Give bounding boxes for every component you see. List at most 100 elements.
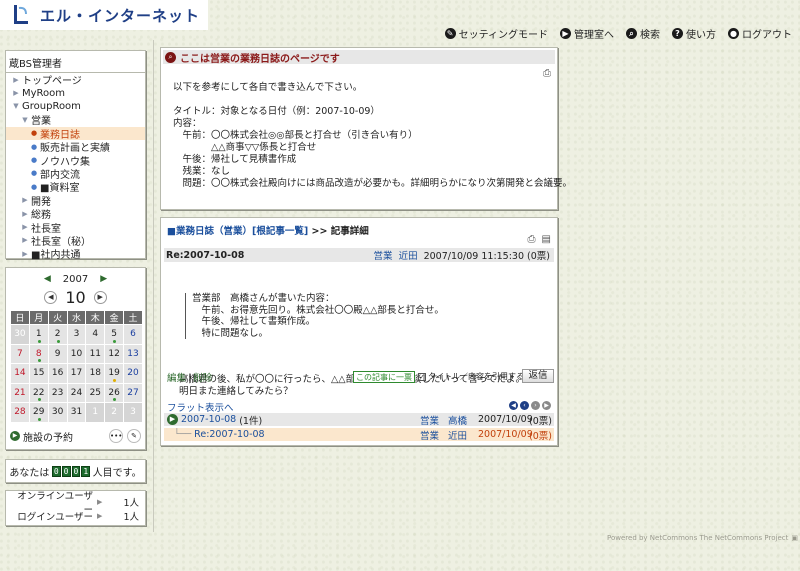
tree-item[interactable]: ● 業務日誌: [6, 126, 145, 141]
calendar-day[interactable]: 24: [66, 382, 87, 403]
calendar-day[interactable]: 30: [47, 402, 68, 423]
prev-month-button[interactable]: ◀: [44, 290, 58, 304]
thread-row[interactable]: ▶ 2007-10-08 (1件) 営業 高橋 2007/10/09 (0票): [164, 413, 554, 427]
calendar-day[interactable]: 10: [66, 343, 87, 364]
tree-item[interactable]: ▼ 営業: [6, 113, 145, 128]
print-icon[interactable]: ⎙: [543, 68, 551, 79]
header-nav-item[interactable]: ✎ セッティングモード: [444, 26, 548, 41]
tree-item[interactable]: ● ■資料室: [6, 180, 145, 195]
calendar-day[interactable]: 9: [47, 343, 68, 364]
tree-item[interactable]: ▶ 社長室（秘）: [6, 234, 145, 248]
calendar-day[interactable]: 3: [123, 402, 143, 423]
next-page-icon[interactable]: ›: [531, 401, 540, 410]
tree-item[interactable]: ▶ 社長室: [6, 220, 145, 235]
calendar-day[interactable]: 26: [104, 382, 125, 403]
thread-title[interactable]: Re:2007-10-08: [194, 429, 264, 440]
calendar-day[interactable]: 22: [28, 382, 49, 403]
triangle-right-icon[interactable]: ▶: [97, 512, 109, 520]
tree-item[interactable]: ● 販売計画と実績: [6, 140, 145, 155]
header-nav-item[interactable]: ⌕ 検索: [626, 26, 660, 41]
delete-link[interactable]: 削除: [193, 373, 212, 384]
schedule-marker-icon: [37, 398, 41, 401]
calendar-day[interactable]: 1: [85, 402, 106, 423]
calendar-day[interactable]: 19: [104, 363, 125, 384]
last-page-icon[interactable]: ▶: [542, 401, 551, 410]
post-user[interactable]: 近田: [399, 248, 418, 262]
calendar-day[interactable]: 29: [28, 402, 49, 423]
thread-group[interactable]: 営業: [420, 428, 448, 442]
calendar-day[interactable]: 14: [10, 363, 30, 384]
first-page-icon[interactable]: ◀: [509, 401, 518, 410]
thread-date: 2007/10/09: [478, 414, 533, 425]
tree-item[interactable]: ● 部内交流: [6, 167, 145, 181]
calendar-day[interactable]: 5: [104, 324, 125, 345]
facility-reservation-link[interactable]: ▶ 施設の予約: [10, 429, 73, 444]
triangle-right-icon[interactable]: ▶: [97, 498, 109, 506]
tree-item[interactable]: ● ノウハウ集: [6, 153, 145, 168]
quote-checkbox[interactable]: ✓ タイトル／内容を引用する: [418, 371, 524, 382]
breadcrumb-list-link[interactable]: [根記事一覧]: [252, 226, 308, 237]
vote-button[interactable]: この記事に一票: [353, 371, 415, 383]
calendar-day[interactable]: 8: [28, 343, 49, 364]
post-group[interactable]: 営業: [374, 248, 393, 262]
tree-item[interactable]: ▶ MyRoom: [6, 86, 145, 99]
calendar-day[interactable]: 23: [47, 382, 68, 403]
tree-item[interactable]: ▶ 開発: [6, 194, 145, 208]
header-nav-label: 検索: [640, 30, 660, 41]
calendar-day[interactable]: 2: [47, 324, 68, 345]
calendar-day[interactable]: 17: [66, 363, 87, 384]
calendar-day[interactable]: 30: [10, 324, 30, 345]
search-icon: ⌕: [626, 28, 637, 39]
calendar-day[interactable]: 7: [10, 343, 30, 364]
tree-item[interactable]: ▶ ■社内共通: [6, 247, 145, 262]
calendar-day[interactable]: 2: [104, 402, 125, 423]
tree-item[interactable]: ▶ 総務: [6, 207, 145, 222]
calendar-day[interactable]: 28: [10, 402, 30, 423]
netcommons-logo-icon: ▣: [791, 534, 798, 542]
thread-user[interactable]: 高橋: [448, 413, 478, 427]
calendar-day-number: 31: [70, 407, 83, 418]
calendar-day-number: 13: [127, 348, 139, 359]
calendar-day[interactable]: 3: [66, 324, 87, 345]
calendar-day[interactable]: 13: [123, 343, 143, 364]
edit-icon[interactable]: ✎: [127, 429, 141, 443]
tree-item[interactable]: ▼ GroupRoom: [6, 100, 145, 113]
thread-title[interactable]: 2007-10-08: [181, 414, 236, 425]
next-month-button[interactable]: ▶: [93, 290, 107, 304]
calendar-day[interactable]: 6: [123, 324, 143, 345]
header-nav-item[interactable]: ? 使い方: [672, 26, 716, 41]
calendar-day[interactable]: 21: [10, 382, 30, 403]
print-preview-icon[interactable]: ⎙: [528, 234, 536, 245]
next-year-icon[interactable]: ▶: [100, 274, 107, 284]
site-logo[interactable]: エル・インターネット: [0, 0, 208, 30]
calendar-day[interactable]: 27: [123, 382, 143, 403]
tree-item[interactable]: ▶ トップページ: [6, 73, 145, 88]
thread-row-selected[interactable]: └── Re:2007-10-08 営業 近田 2007/10/09 (0票): [164, 428, 554, 442]
reply-button[interactable]: 返信: [522, 369, 554, 383]
edit-link[interactable]: 編集: [167, 373, 186, 384]
thread-group[interactable]: 営業: [420, 413, 448, 427]
calendar-day-number: 9: [54, 348, 61, 359]
calendar-day[interactable]: 20: [123, 363, 143, 384]
calendar-day[interactable]: 1: [28, 324, 49, 345]
prev-page-icon[interactable]: ‹: [520, 401, 529, 410]
calendar-day[interactable]: 31: [66, 402, 87, 423]
calendar-day[interactable]: 12: [104, 343, 125, 364]
printer-icon[interactable]: ▤: [542, 234, 551, 245]
calendar-day[interactable]: 4: [85, 324, 106, 345]
calendar-day[interactable]: 18: [85, 363, 106, 384]
header-nav-item[interactable]: ● ログアウト: [728, 26, 792, 41]
expand-closed-icon: ▶: [22, 222, 28, 231]
calendar-day[interactable]: 16: [47, 363, 68, 384]
header-nav-item[interactable]: ▶ 管理室へ: [560, 26, 614, 41]
prev-year-icon[interactable]: ◀: [44, 274, 51, 284]
calendar-day-number: 21: [14, 387, 26, 398]
calendar-day[interactable]: 25: [85, 382, 106, 403]
breadcrumb-blog-link[interactable]: ■業務日誌（営業）: [167, 226, 252, 237]
more-icon[interactable]: •••: [109, 429, 123, 443]
counter-digit: 0: [61, 465, 71, 477]
thread-user[interactable]: 近田: [448, 428, 478, 442]
calendar-day[interactable]: 15: [28, 363, 49, 384]
checkbox-checked-icon[interactable]: ✓: [418, 372, 426, 381]
calendar-day[interactable]: 11: [85, 343, 106, 364]
